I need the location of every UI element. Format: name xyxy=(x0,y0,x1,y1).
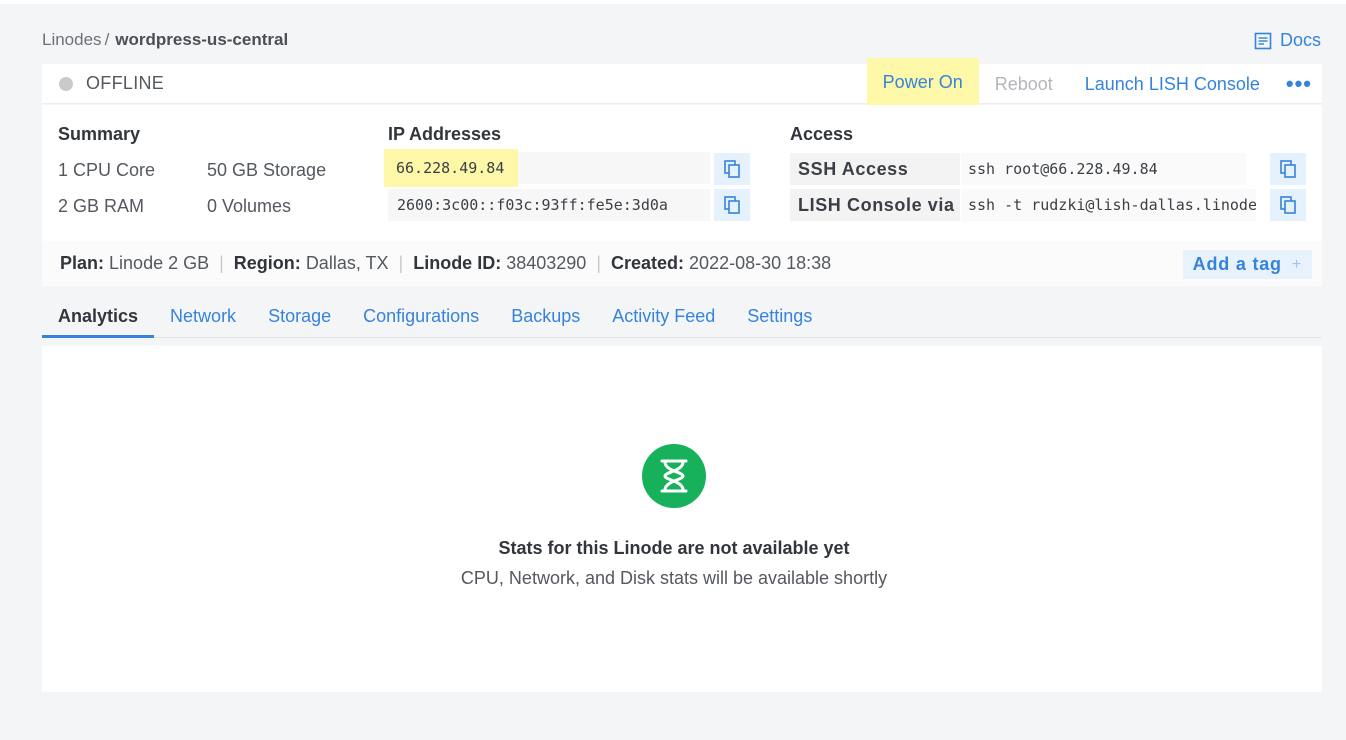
ipv6-address[interactable]: 2600:3c00::f03c:93ff:fe5e:3d0a xyxy=(388,196,668,214)
breadcrumb: Linodes / wordpress-us-central xyxy=(42,30,288,50)
summary-panel: Summary 1 CPU Core 50 GB Storage 2 GB RA… xyxy=(42,105,1322,241)
power-on-button[interactable]: Power On xyxy=(866,58,979,106)
reboot-button: Reboot xyxy=(994,73,1053,94)
hourglass-icon xyxy=(642,444,706,508)
launch-lish-console-button[interactable]: Launch LISH Console xyxy=(1069,64,1276,104)
lish-console-command[interactable]: ssh -t rudzki@lish-dallas.linode.com wor… xyxy=(961,189,1256,221)
more-actions-icon[interactable]: ••• xyxy=(1276,64,1322,104)
copy-ipv4-button[interactable] xyxy=(714,153,750,185)
copy-ssh-button[interactable] xyxy=(1270,153,1306,185)
linode-header: OFFLINE Power On Reboot Launch LISH Cons… xyxy=(42,58,1322,106)
copy-icon xyxy=(1280,196,1296,214)
plus-icon: + xyxy=(1291,255,1302,273)
copy-icon xyxy=(1280,160,1296,178)
tab-activity-feed[interactable]: Activity Feed xyxy=(596,300,731,338)
top-strip xyxy=(0,0,1346,4)
ip-addresses-title: IP Addresses xyxy=(388,124,502,144)
analytics-panel: Stats for this Linode are not available … xyxy=(42,346,1322,692)
linode-id-info: Linode ID: 38403290 xyxy=(413,253,587,273)
linode-meta-row: Plan: Linode 2 GB | Region: Dallas, TX |… xyxy=(42,241,1322,286)
tab-backups[interactable]: Backups xyxy=(495,300,596,338)
header-actions: Power On Reboot Launch LISH Console ••• xyxy=(866,58,1322,106)
tab-bar: Analytics Network Storage Configurations… xyxy=(42,300,1322,338)
ipv6-row: 2600:3c00::f03c:93ff:fe5e:3d0a xyxy=(388,189,710,221)
ssh-access-label: SSH Access xyxy=(790,153,960,185)
tab-analytics[interactable]: Analytics xyxy=(42,300,155,338)
status-label: OFFLINE xyxy=(86,73,165,93)
ram-size: 2 GB RAM xyxy=(58,196,145,216)
copy-icon xyxy=(724,160,740,178)
storage-size: 50 GB Storage xyxy=(207,160,327,180)
tab-network[interactable]: Network xyxy=(154,300,252,338)
docs-icon xyxy=(1254,32,1272,49)
volumes-count: 0 Volumes xyxy=(207,196,292,216)
meta-divider: | xyxy=(219,253,224,273)
created-info: Created: 2022-08-30 18:38 xyxy=(611,253,832,273)
tab-storage[interactable]: Storage xyxy=(252,300,347,338)
tab-configurations[interactable]: Configurations xyxy=(347,300,495,338)
page-title[interactable]: wordpress-us-central xyxy=(115,30,288,50)
ipv4-row: 66.228.49.84 xyxy=(384,149,710,187)
meta-divider: | xyxy=(398,253,404,273)
status-indicator-icon xyxy=(59,76,73,91)
lish-console-label: LISH Console via SSH xyxy=(790,189,960,221)
empty-state-subtitle: CPU, Network, and Disk stats will be ava… xyxy=(460,568,888,588)
access-title: Access xyxy=(790,124,854,144)
ssh-access-command[interactable]: ssh root@66.228.49.84 xyxy=(961,153,1246,185)
add-tag-button[interactable]: Add a tag + xyxy=(1182,250,1312,279)
add-tag-label: Add a tag xyxy=(1192,254,1282,274)
meta-divider: | xyxy=(596,253,601,273)
summary-title: Summary xyxy=(58,124,141,144)
ipv4-highlight: 66.228.49.84 xyxy=(384,149,519,187)
tab-settings[interactable]: Settings xyxy=(731,300,828,338)
ipv4-address[interactable]: 66.228.49.84 xyxy=(396,159,504,177)
region-info: Region: Dallas, TX xyxy=(233,253,389,273)
plan-info: Plan: Linode 2 GB xyxy=(60,253,210,273)
empty-state-title: Stats for this Linode are not available … xyxy=(498,538,850,558)
breadcrumb-separator: / xyxy=(104,30,110,49)
docs-link[interactable]: Docs xyxy=(1254,30,1321,51)
copy-ipv6-button[interactable] xyxy=(714,189,750,221)
docs-label: Docs xyxy=(1279,30,1321,50)
copy-icon xyxy=(724,196,740,214)
cpu-cores: 1 CPU Core xyxy=(58,160,156,180)
copy-lish-button[interactable] xyxy=(1270,189,1306,221)
breadcrumb-linodes-link[interactable]: Linodes xyxy=(42,30,102,50)
